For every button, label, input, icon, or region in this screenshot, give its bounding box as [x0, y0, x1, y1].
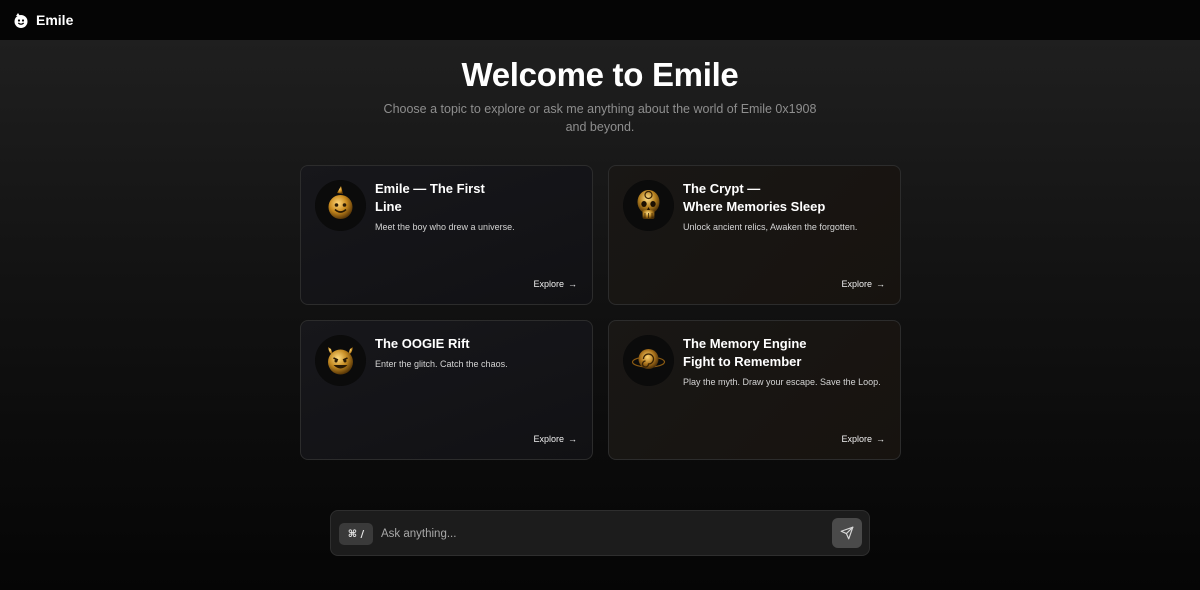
emile-face-icon[interactable] [12, 11, 30, 29]
topic-card-emile[interactable]: Emile — The First Line Meet the boy who … [300, 165, 593, 305]
golden-smiley-icon [315, 180, 366, 231]
card-description: Play the myth. Draw your escape. Save th… [683, 377, 881, 387]
card-title: The Crypt — Where Memories Sleep [683, 181, 826, 214]
golden-devil-icon [315, 335, 366, 386]
card-description: Unlock ancient relics, Awaken the forgot… [683, 222, 858, 232]
arrow-right-icon: → [568, 279, 577, 289]
card-description: Meet the boy who drew a universe. [375, 222, 515, 232]
explore-link[interactable]: Explore → [841, 279, 885, 289]
arrow-right-icon: → [568, 434, 577, 444]
brand-name[interactable]: Emile [36, 12, 73, 28]
explore-link[interactable]: Explore → [841, 434, 885, 444]
card-title: Emile — The First Line [375, 181, 485, 214]
top-bar: Emile [0, 0, 1200, 40]
shortcut-badge[interactable]: ⌘ / [339, 523, 373, 545]
explore-link[interactable]: Explore → [533, 434, 577, 444]
golden-skull-icon [623, 180, 674, 231]
ask-input[interactable] [381, 523, 821, 545]
arrow-right-icon: → [876, 434, 885, 444]
page-subtitle: Choose a topic to explore or ask me anyt… [383, 102, 817, 134]
main-content: Welcome to Emile Choose a topic to explo… [0, 40, 1200, 590]
explore-link[interactable]: Explore → [533, 279, 577, 289]
topic-card-oogie-rift[interactable]: The OOGIE Rift Enter the glitch. Catch t… [300, 320, 593, 460]
arrow-right-icon: → [876, 279, 885, 289]
golden-spiral-orb-icon [623, 335, 674, 386]
page-title: Welcome to Emile [461, 56, 739, 93]
send-button[interactable] [832, 518, 862, 548]
send-icon [840, 526, 854, 540]
card-description: Enter the glitch. Catch the chaos. [375, 359, 508, 369]
card-title: The Memory Engine Fight to Remember [683, 336, 807, 369]
card-title: The OOGIE Rift [375, 336, 470, 351]
chat-composer: ⌘ / [330, 510, 870, 556]
topic-card-memory-engine[interactable]: The Memory Engine Fight to Remember Play… [608, 320, 901, 460]
topic-card-crypt[interactable]: The Crypt — Where Memories Sleep Unlock … [608, 165, 901, 305]
